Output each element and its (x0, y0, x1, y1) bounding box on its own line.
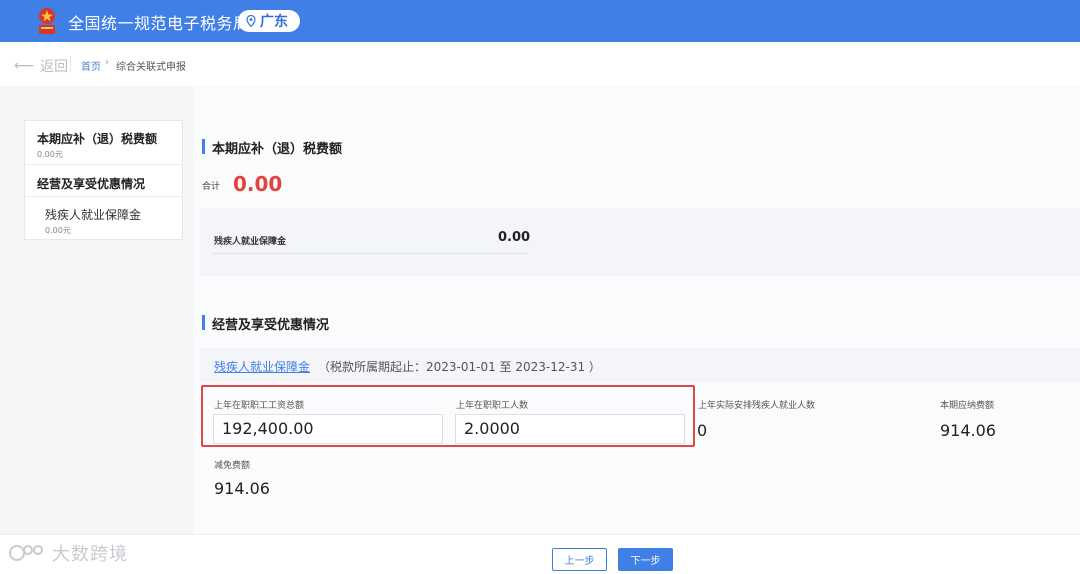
divider (212, 253, 528, 254)
arrow-left-icon: ⟵ (14, 58, 35, 74)
reduction-label: 减免费额 (214, 461, 251, 471)
footer-bar (0, 534, 1080, 574)
location-pin-icon (246, 15, 256, 27)
fee-summary-box: 残疾人就业保障金 0.00 (200, 208, 1080, 276)
watermark-text: 大数跨境 (52, 544, 128, 565)
sidebar-item-label: 本期应补（退）税费额 (37, 132, 158, 146)
subsection-header: 残疾人就业保障金 （税款所属期起止：2023-01-01 至 2023-12-3… (200, 348, 1080, 382)
breadcrumb-home-link[interactable]: 首页 (81, 58, 101, 73)
payable-label: 本期应纳费额 (940, 401, 995, 411)
sidebar-item-disability-fund[interactable]: 残疾人就业保障金 0.00元 (25, 198, 182, 240)
fee-label: 残疾人就业保障金 (214, 237, 287, 247)
sidebar-nav: 本期应补（退）税费额 0.00元 经营及享受优惠情况 残疾人就业保障金 0.00… (24, 120, 183, 240)
region-label: 广东 (260, 14, 288, 30)
prev-step-button[interactable]: 上一步 (552, 548, 607, 571)
back-button[interactable]: ⟵ 返回 (14, 56, 68, 76)
sidebar-item-tax-due[interactable]: 本期应补（退）税费额 0.00元 (25, 121, 182, 165)
staff-count-label: 上年在职职工人数 (456, 401, 529, 411)
disabled-count-label: 上年实际安排残疾人就业人数 (698, 401, 816, 411)
app-title: 全国统一规范电子税务局 (68, 14, 250, 33)
sidebar-item-value: 0.00元 (45, 226, 71, 235)
section-title-tax-due: 本期应补（退）税费额 (202, 138, 342, 157)
back-label: 返回 (40, 59, 69, 75)
sidebar-item-label: 经营及享受优惠情况 (37, 177, 146, 191)
wage-total-input[interactable]: 192,400.00 (213, 414, 443, 444)
reduction-value: 914.06 (214, 479, 270, 498)
breadcrumb-bar: ⟵ 返回 首页 › 综合关联式申报 (0, 42, 1080, 86)
wage-total-label: 上年在职职工工资总额 (214, 401, 305, 411)
sidebar-item-operations[interactable]: 经营及享受优惠情况 (25, 166, 182, 197)
region-selector[interactable]: 广东 (238, 10, 300, 32)
sidebar-item-label: 残疾人就业保障金 (45, 208, 142, 222)
fee-value: 0.00 (498, 230, 531, 245)
payable-value: 914.06 (940, 421, 996, 440)
next-step-button[interactable]: 下一步 (618, 548, 673, 571)
staff-count-input[interactable]: 2.0000 (455, 414, 685, 444)
disabled-count-value: 0 (697, 421, 708, 440)
watermark-logo-icon (9, 545, 43, 561)
disability-fund-link[interactable]: 残疾人就业保障金 (214, 358, 310, 375)
divider (70, 56, 71, 72)
chevron-right-icon: › (105, 57, 109, 68)
tax-period: （税款所属期起止：2023-01-01 至 2023-12-31 ） (318, 360, 601, 374)
total-value: 0.00 (233, 172, 283, 196)
watermark: 大数跨境 (8, 540, 128, 566)
tax-emblem-icon (39, 8, 55, 34)
total-label: 合计 (202, 182, 221, 192)
breadcrumb-current: 综合关联式申报 (116, 62, 186, 73)
sidebar-item-value: 0.00元 (37, 150, 63, 159)
top-bar: 全国统一规范电子税务局 广东 (0, 0, 1080, 42)
section-title-operations: 经营及享受优惠情况 (202, 314, 329, 333)
